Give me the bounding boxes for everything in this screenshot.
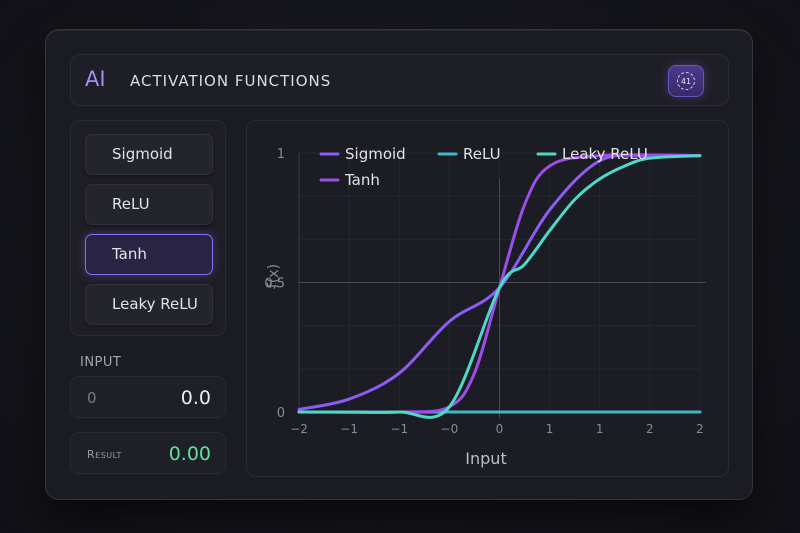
y-tick-label: 0 — [277, 406, 285, 421]
x-tick-label: 2 — [696, 422, 704, 436]
x-tick-label: −2 — [290, 422, 308, 436]
x-tick-label: 2 — [646, 422, 654, 436]
function-button-leaky-relu[interactable]: Leaky ReLU — [85, 284, 213, 325]
x-tick-label: 1 — [596, 422, 604, 436]
input-label: INPUT — [80, 355, 122, 370]
page-title: ACTIVATION FUNCTIONS — [130, 72, 332, 90]
x-tick-label: 1 — [546, 422, 554, 436]
function-button-tanh[interactable]: Tanh — [85, 234, 213, 275]
x-tick-label: −0 — [441, 422, 459, 436]
legend-label-relu: ReLU — [463, 145, 501, 163]
badge-button[interactable]: 41 — [668, 65, 704, 97]
activation-chart: 00,51−2 −1 −1 −0 0 1 1 2 2Inputf(x)Sigmoid ReLU Le… — [264, 145, 706, 468]
x-axis-label: Input — [465, 449, 506, 468]
app-window: AI ACTIVATION FUNCTIONS 41 Sigmoid ReLU … — [45, 29, 753, 500]
function-button-relu[interactable]: ReLU — [85, 184, 213, 225]
badge-count: 41 — [680, 76, 692, 86]
function-button-sigmoid[interactable]: Sigmoid — [85, 134, 213, 175]
input-value: 0.0 — [180, 387, 211, 409]
legend-label-sigmoid: Sigmoid — [345, 145, 406, 163]
input-field[interactable]: 0 0.0 — [70, 376, 226, 418]
y-tick-label: 1 — [277, 147, 285, 162]
timer-icon: 41 — [677, 72, 695, 90]
ai-logo: AI — [85, 67, 106, 91]
x-tick-label: 0 — [496, 422, 504, 436]
x-tick-label: −1 — [340, 422, 358, 436]
header-bar: AI ACTIVATION FUNCTIONS 41 — [70, 54, 729, 106]
input-placeholder: 0 — [87, 389, 97, 407]
legend-label-leaky-relu: Leaky ReLU — [562, 145, 648, 163]
x-tick-label: −1 — [390, 422, 408, 436]
result-value: 0.00 — [168, 443, 211, 465]
chart-panel: 0 0,5 1 −2 −1 −1 −0 0 1 1 2 2 Input f(x) Sigmoid ReLU Le… — [246, 120, 729, 477]
result-label: Result — [87, 448, 122, 461]
legend-label-tanh: Tanh — [344, 171, 380, 189]
result-field: Result 0.00 — [70, 432, 226, 474]
y-axis-label: f(x) — [266, 264, 282, 288]
function-list: Sigmoid ReLU Tanh Leaky ReLU — [70, 120, 226, 336]
